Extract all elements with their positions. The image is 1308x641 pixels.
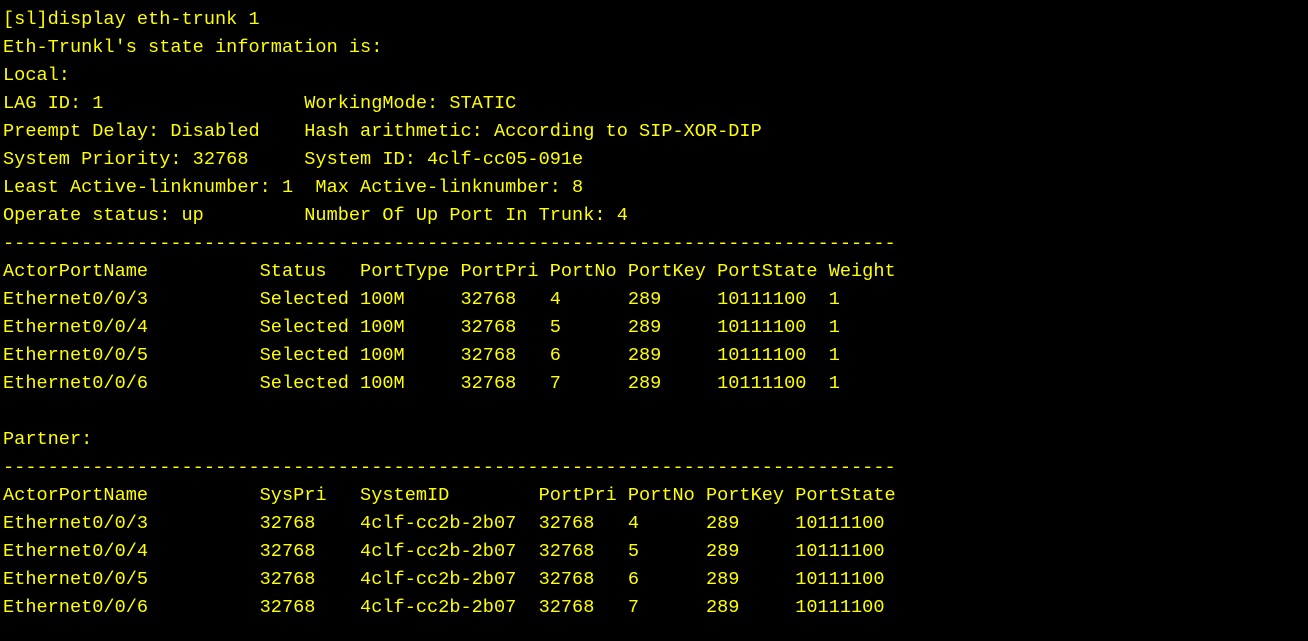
local-info-lag-id: LAG ID: 1 WorkingMode: STATIC [3, 93, 517, 114]
local-table-row: Ethernet0/0/3 Selected 100M 32768 4 289 … [3, 289, 840, 310]
terminal-window[interactable]: [sl]display eth-trunk 1 Eth-Trunkl's sta… [0, 0, 1308, 641]
local-label: Local: [3, 65, 70, 86]
local-table-row: Ethernet0/0/6 Selected 100M 32768 7 289 … [3, 373, 840, 394]
clipped-previous-line [0, 0, 1308, 6]
local-info-preempt: Preempt Delay: Disabled Hash arithmetic:… [3, 121, 762, 142]
output-heading: Eth-Trunkl's state information is: [3, 37, 383, 58]
command-line: [sl]display eth-trunk 1 [3, 9, 260, 30]
local-table-header: ActorPortName Status PortType PortPri Po… [3, 261, 896, 282]
local-table-row: Ethernet0/0/5 Selected 100M 32768 6 289 … [3, 345, 840, 366]
partner-table-row: Ethernet0/0/3 32768 4clf-cc2b-2b07 32768… [3, 513, 885, 534]
divider: ----------------------------------------… [3, 233, 896, 254]
local-table-row: Ethernet0/0/4 Selected 100M 32768 5 289 … [3, 317, 840, 338]
partner-table-row: Ethernet0/0/4 32768 4clf-cc2b-2b07 32768… [3, 541, 885, 562]
partner-label: Partner: [3, 429, 93, 450]
divider: ----------------------------------------… [3, 457, 896, 478]
local-info-priority: System Priority: 32768 System ID: 4clf-c… [3, 149, 584, 170]
local-info-status: Operate status: up Number Of Up Port In … [3, 205, 628, 226]
partner-table-row: Ethernet0/0/6 32768 4clf-cc2b-2b07 32768… [3, 597, 885, 618]
local-info-linknumber: Least Active-linknumber: 1 Max Active-li… [3, 177, 584, 198]
partner-table-header: ActorPortName SysPri SystemID PortPri Po… [3, 485, 896, 506]
partner-table-row: Ethernet0/0/5 32768 4clf-cc2b-2b07 32768… [3, 569, 885, 590]
